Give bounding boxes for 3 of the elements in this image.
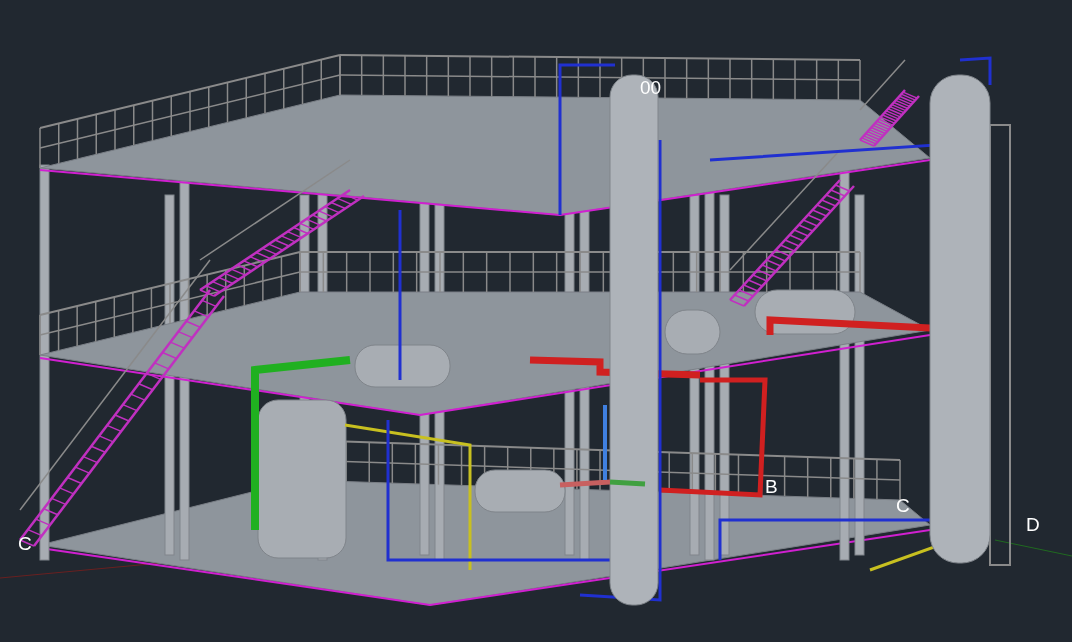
grid-label: C: [896, 496, 910, 515]
grid-label: B: [765, 477, 778, 496]
grid-label: D: [1026, 515, 1040, 534]
